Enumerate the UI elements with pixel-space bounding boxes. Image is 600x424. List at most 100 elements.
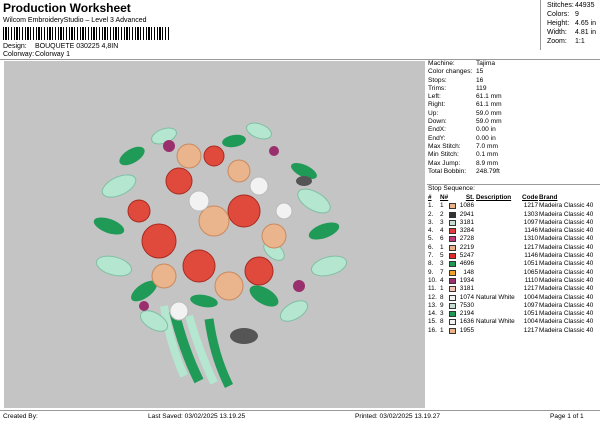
color-swatch (449, 294, 456, 301)
table-row: 7. 5 5247 1146 Madeira Classic 40 (428, 252, 600, 260)
stat-stitches: Stitches:44935 (547, 2, 595, 9)
prop-row: Total Bobbin: 248.79ft (428, 167, 500, 175)
row-num: 1. (428, 202, 434, 210)
color-swatch (449, 277, 456, 284)
col-num: # (428, 194, 432, 201)
color-swatch (449, 261, 456, 268)
row-description: Natural White (476, 318, 515, 326)
row-brand: Madeira Classic 40 (539, 326, 594, 334)
color-swatch (449, 203, 456, 210)
row-num: 4. (428, 227, 434, 235)
table-row: 14. 3 2194 1051 Madeira Classic 40 (428, 310, 600, 318)
row-code: 1217 (523, 243, 538, 251)
design-value: BOUQUETE 030225 4,8IN (35, 43, 119, 50)
row-needle: 9 (440, 301, 444, 309)
table-row: 5. 6 2728 1310 Madeira Classic 40 (428, 235, 600, 243)
row-stitches: 2219 (459, 243, 474, 251)
row-brand: Madeira Classic 40 (539, 301, 594, 309)
row-code: 1146 (524, 227, 538, 235)
row-needle: 4 (440, 227, 444, 235)
prop-row: Machine: Tajima (428, 60, 496, 67)
embroidery-bouquet-preview (93, 122, 348, 389)
row-code: 1217 (523, 202, 538, 210)
color-swatch (449, 286, 456, 293)
color-swatch (449, 236, 456, 243)
row-brand: Madeira Classic 40 (539, 243, 594, 251)
row-num: 9. (428, 268, 434, 276)
table-header: # N# St. Description Code Brand (428, 194, 600, 202)
table-row: 12. 8 1074 Natural White 1004 Madeira Classic… (428, 294, 600, 302)
row-code: 1303 (523, 210, 538, 218)
row-num: 7. (428, 252, 434, 260)
color-swatch (449, 311, 456, 318)
color-swatch (449, 269, 456, 276)
row-brand: Madeira Classic 40 (539, 276, 594, 284)
row-description: Natural White (476, 293, 515, 301)
stat-width: Width: 4.81 in (547, 29, 597, 36)
row-stitches: 3181 (459, 285, 474, 293)
row-num: 2. (428, 210, 434, 218)
table-row: 15. 8 1636 Natural White 1004 Madeira Classic… (428, 318, 600, 326)
row-brand: Madeira Classic 40 (539, 218, 594, 226)
col-needle: N# (440, 194, 449, 201)
row-brand: Madeira Classic 40 (539, 310, 594, 318)
row-stitches: 1955 (459, 326, 474, 334)
row-needle: 8 (440, 293, 444, 301)
row-num: 3. (428, 218, 434, 226)
table-row: 13. 9 7530 1097 Madeira Classic 40 (428, 302, 600, 310)
row-stitches: 3181 (459, 218, 474, 226)
colorway-line: Colorway:Colorway 1 (3, 51, 70, 58)
table-row: 10. 4 1934 1110 Madeira Classic 40 (428, 277, 600, 285)
row-brand: Madeira Classic 40 (539, 235, 594, 243)
row-stitches: 1934 (459, 276, 474, 284)
row-num: 15. (428, 318, 437, 326)
row-num: 13. (428, 301, 437, 309)
prop-row: EndX: 0.00 in (428, 126, 496, 134)
row-code: 1065 (523, 268, 538, 276)
software-name: Wilcom EmbroideryStudio – Level 3 Advanc… (3, 17, 147, 24)
footer-divider (0, 410, 600, 411)
row-num: 16. (428, 326, 437, 334)
stat-colors: Colors: 9 (547, 11, 579, 18)
row-needle: 2 (440, 210, 444, 218)
row-brand: Madeira Classic 40 (539, 293, 594, 301)
last-saved: Last Saved: 03/02/2025 13.19.25 (148, 413, 246, 420)
design-label: Design: (3, 43, 27, 50)
col-brand: Brand (539, 194, 558, 201)
row-brand: Madeira Classic 40 (539, 318, 594, 326)
design-preview (4, 61, 425, 408)
row-stitches: 148 (463, 268, 474, 276)
color-swatch (449, 319, 456, 326)
prop-row: EndY: 0.00 in (428, 134, 496, 142)
row-needle: 1 (440, 285, 444, 293)
row-stitches: 4696 (459, 260, 474, 268)
color-swatch (449, 228, 456, 235)
table-row: 8. 3 4696 1051 Madeira Classic 40 (428, 260, 600, 268)
prop-row: Min Stitch: 0.1 mm (428, 151, 498, 159)
color-swatch (449, 219, 456, 226)
row-needle: 3 (440, 310, 444, 318)
row-stitches: 1086 (459, 202, 474, 210)
row-code: 1097 (523, 301, 538, 309)
row-brand: Madeira Classic 40 (539, 268, 594, 276)
row-code: 1097 (523, 218, 538, 226)
row-needle: 1 (440, 243, 444, 251)
design-line: Design: BOUQUETE 030225 4,8IN (3, 43, 118, 50)
row-code: 1110 (524, 276, 538, 284)
prop-row: Max Stitch: 7.0 mm (428, 142, 498, 150)
created-by: Created By: (3, 413, 38, 420)
row-needle: 1 (440, 202, 444, 210)
page-title: Production Worksheet (3, 1, 131, 15)
row-needle: 6 (440, 235, 444, 243)
row-needle: 8 (440, 318, 444, 326)
row-brand: Madeira Classic 40 (539, 252, 594, 260)
row-brand: Madeira Classic 40 (539, 202, 594, 210)
row-code: 1146 (524, 252, 538, 260)
table-row: 1. 1 1086 1217 Madeira Classic 40 (428, 202, 600, 210)
stats-box: Stitches:44935 Colors: 9 Height: 4.65 in W… (540, 0, 600, 50)
row-num: 12. (428, 293, 437, 301)
row-code: 1004 (523, 318, 538, 326)
table-row: 16. 1 1955 1217 Madeira Classic 40 (428, 327, 600, 335)
row-needle: 3 (440, 218, 444, 226)
row-code: 1051 (523, 260, 538, 268)
